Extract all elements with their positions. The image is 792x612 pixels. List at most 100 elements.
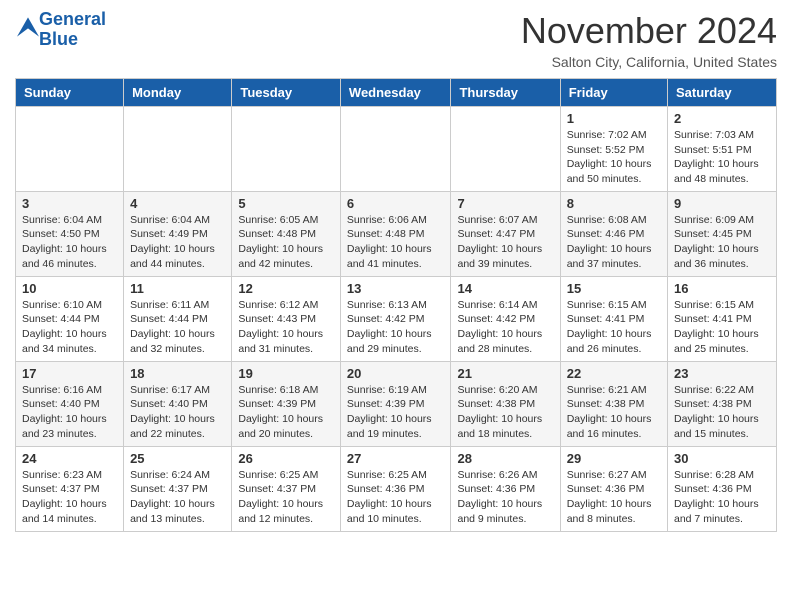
calendar-cell <box>340 107 451 192</box>
calendar-cell: 8 Sunrise: 6:08 AM Sunset: 4:46 PM Daylig… <box>560 191 667 276</box>
page-container: General Blue November 2024 Salton City, … <box>0 0 792 542</box>
day-info: Sunrise: 6:10 AM Sunset: 4:44 PM Dayligh… <box>22 298 117 357</box>
calendar-cell <box>232 107 341 192</box>
day-number: 8 <box>567 196 661 211</box>
title-block: November 2024 Salton City, California, U… <box>521 10 777 70</box>
day-number: 18 <box>130 366 225 381</box>
calendar-cell: 12 Sunrise: 6:12 AM Sunset: 4:43 PM Dayli… <box>232 276 341 361</box>
calendar-cell: 28 Sunrise: 6:26 AM Sunset: 4:36 PM Dayli… <box>451 446 560 531</box>
calendar-cell: 20 Sunrise: 6:19 AM Sunset: 4:39 PM Dayli… <box>340 361 451 446</box>
day-info: Sunrise: 6:18 AM Sunset: 4:39 PM Dayligh… <box>238 383 334 442</box>
day-info: Sunrise: 6:19 AM Sunset: 4:39 PM Dayligh… <box>347 383 445 442</box>
week-row-3: 10 Sunrise: 6:10 AM Sunset: 4:44 PM Dayli… <box>16 276 777 361</box>
month-year-title: November 2024 <box>521 10 777 52</box>
calendar-cell: 2 Sunrise: 7:03 AM Sunset: 5:51 PM Daylig… <box>668 107 777 192</box>
day-number: 4 <box>130 196 225 211</box>
day-info: Sunrise: 6:08 AM Sunset: 4:46 PM Dayligh… <box>567 213 661 272</box>
day-info: Sunrise: 6:25 AM Sunset: 4:37 PM Dayligh… <box>238 468 334 527</box>
calendar-cell: 21 Sunrise: 6:20 AM Sunset: 4:38 PM Dayli… <box>451 361 560 446</box>
day-number: 26 <box>238 451 334 466</box>
calendar-cell: 14Sunrise: 6:14 AM Sunset: 4:42 PM Dayli… <box>451 276 560 361</box>
calendar-cell: 15 Sunrise: 6:15 AM Sunset: 4:41 PM Dayli… <box>560 276 667 361</box>
day-number: 22 <box>567 366 661 381</box>
day-info: Sunrise: 6:27 AM Sunset: 4:36 PM Dayligh… <box>567 468 661 527</box>
calendar-cell: 17Sunrise: 6:16 AM Sunset: 4:40 PM Dayli… <box>16 361 124 446</box>
calendar-cell: 9Sunrise: 6:09 AM Sunset: 4:45 PM Daylig… <box>668 191 777 276</box>
calendar-cell: 30 Sunrise: 6:28 AM Sunset: 4:36 PM Dayli… <box>668 446 777 531</box>
location-subtitle: Salton City, California, United States <box>521 54 777 70</box>
calendar-cell: 19 Sunrise: 6:18 AM Sunset: 4:39 PM Dayli… <box>232 361 341 446</box>
header-thursday: Thursday <box>451 79 560 107</box>
day-number: 28 <box>457 451 553 466</box>
day-number: 23 <box>674 366 770 381</box>
logo-text: General Blue <box>39 10 106 50</box>
day-info: Sunrise: 6:04 AM Sunset: 4:50 PM Dayligh… <box>22 213 117 272</box>
day-info: Sunrise: 6:07 AM Sunset: 4:47 PM Dayligh… <box>457 213 553 272</box>
calendar-cell: 22 Sunrise: 6:21 AM Sunset: 4:38 PM Dayli… <box>560 361 667 446</box>
day-info: Sunrise: 6:21 AM Sunset: 4:38 PM Dayligh… <box>567 383 661 442</box>
calendar-cell: 24 Sunrise: 6:23 AM Sunset: 4:37 PM Dayli… <box>16 446 124 531</box>
header-wednesday: Wednesday <box>340 79 451 107</box>
week-row-4: 17Sunrise: 6:16 AM Sunset: 4:40 PM Dayli… <box>16 361 777 446</box>
day-info: Sunrise: 6:11 AM Sunset: 4:44 PM Dayligh… <box>130 298 225 357</box>
day-info: Sunrise: 6:12 AM Sunset: 4:43 PM Dayligh… <box>238 298 334 357</box>
calendar-cell <box>16 107 124 192</box>
day-info: Sunrise: 6:17 AM Sunset: 4:40 PM Dayligh… <box>130 383 225 442</box>
calendar-header-row: Sunday Monday Tuesday Wednesday Thursday… <box>16 79 777 107</box>
day-number: 24 <box>22 451 117 466</box>
day-info: Sunrise: 6:04 AM Sunset: 4:49 PM Dayligh… <box>130 213 225 272</box>
day-number: 5 <box>238 196 334 211</box>
day-number: 20 <box>347 366 445 381</box>
calendar-cell: 6 Sunrise: 6:06 AM Sunset: 4:48 PM Daylig… <box>340 191 451 276</box>
week-row-1: 1 Sunrise: 7:02 AM Sunset: 5:52 PM Daylig… <box>16 107 777 192</box>
day-number: 27 <box>347 451 445 466</box>
day-number: 21 <box>457 366 553 381</box>
day-number: 15 <box>567 281 661 296</box>
calendar-cell: 5 Sunrise: 6:05 AM Sunset: 4:48 PM Daylig… <box>232 191 341 276</box>
calendar-table: Sunday Monday Tuesday Wednesday Thursday… <box>15 78 777 532</box>
day-number: 2 <box>674 111 770 126</box>
day-number: 11 <box>130 281 225 296</box>
day-info: Sunrise: 7:03 AM Sunset: 5:51 PM Dayligh… <box>674 128 770 187</box>
day-info: Sunrise: 6:06 AM Sunset: 4:48 PM Dayligh… <box>347 213 445 272</box>
day-info: Sunrise: 6:13 AM Sunset: 4:42 PM Dayligh… <box>347 298 445 357</box>
calendar-cell: 10 Sunrise: 6:10 AM Sunset: 4:44 PM Dayli… <box>16 276 124 361</box>
calendar-cell: 1 Sunrise: 7:02 AM Sunset: 5:52 PM Daylig… <box>560 107 667 192</box>
day-info: Sunrise: 6:20 AM Sunset: 4:38 PM Dayligh… <box>457 383 553 442</box>
day-number: 17 <box>22 366 117 381</box>
day-number: 29 <box>567 451 661 466</box>
page-header: General Blue November 2024 Salton City, … <box>15 10 777 70</box>
day-info: Sunrise: 6:22 AM Sunset: 4:38 PM Dayligh… <box>674 383 770 442</box>
day-number: 7 <box>457 196 553 211</box>
day-number: 10 <box>22 281 117 296</box>
day-number: 16 <box>674 281 770 296</box>
calendar-cell <box>124 107 232 192</box>
day-number: 12 <box>238 281 334 296</box>
day-number: 30 <box>674 451 770 466</box>
calendar-cell: 29 Sunrise: 6:27 AM Sunset: 4:36 PM Dayli… <box>560 446 667 531</box>
header-tuesday: Tuesday <box>232 79 341 107</box>
calendar-cell: 7 Sunrise: 6:07 AM Sunset: 4:47 PM Daylig… <box>451 191 560 276</box>
week-row-5: 24 Sunrise: 6:23 AM Sunset: 4:37 PM Dayli… <box>16 446 777 531</box>
day-info: Sunrise: 7:02 AM Sunset: 5:52 PM Dayligh… <box>567 128 661 187</box>
week-row-2: 3 Sunrise: 6:04 AM Sunset: 4:50 PM Daylig… <box>16 191 777 276</box>
calendar-cell: 3 Sunrise: 6:04 AM Sunset: 4:50 PM Daylig… <box>16 191 124 276</box>
day-info: Sunrise: 6:09 AM Sunset: 4:45 PM Dayligh… <box>674 213 770 272</box>
day-number: 19 <box>238 366 334 381</box>
calendar-cell: 27Sunrise: 6:25 AM Sunset: 4:36 PM Dayli… <box>340 446 451 531</box>
day-info: Sunrise: 6:28 AM Sunset: 4:36 PM Dayligh… <box>674 468 770 527</box>
day-info: Sunrise: 6:24 AM Sunset: 4:37 PM Dayligh… <box>130 468 225 527</box>
calendar-cell: 11 Sunrise: 6:11 AM Sunset: 4:44 PM Dayli… <box>124 276 232 361</box>
calendar-cell <box>451 107 560 192</box>
day-info: Sunrise: 6:15 AM Sunset: 4:41 PM Dayligh… <box>567 298 661 357</box>
day-number: 1 <box>567 111 661 126</box>
day-info: Sunrise: 6:26 AM Sunset: 4:36 PM Dayligh… <box>457 468 553 527</box>
day-number: 3 <box>22 196 117 211</box>
day-number: 6 <box>347 196 445 211</box>
day-info: Sunrise: 6:23 AM Sunset: 4:37 PM Dayligh… <box>22 468 117 527</box>
calendar-cell: 4 Sunrise: 6:04 AM Sunset: 4:49 PM Daylig… <box>124 191 232 276</box>
day-info: Sunrise: 6:05 AM Sunset: 4:48 PM Dayligh… <box>238 213 334 272</box>
day-number: 25 <box>130 451 225 466</box>
calendar-cell: 26 Sunrise: 6:25 AM Sunset: 4:37 PM Dayli… <box>232 446 341 531</box>
calendar-cell: 16Sunrise: 6:15 AM Sunset: 4:41 PM Dayli… <box>668 276 777 361</box>
